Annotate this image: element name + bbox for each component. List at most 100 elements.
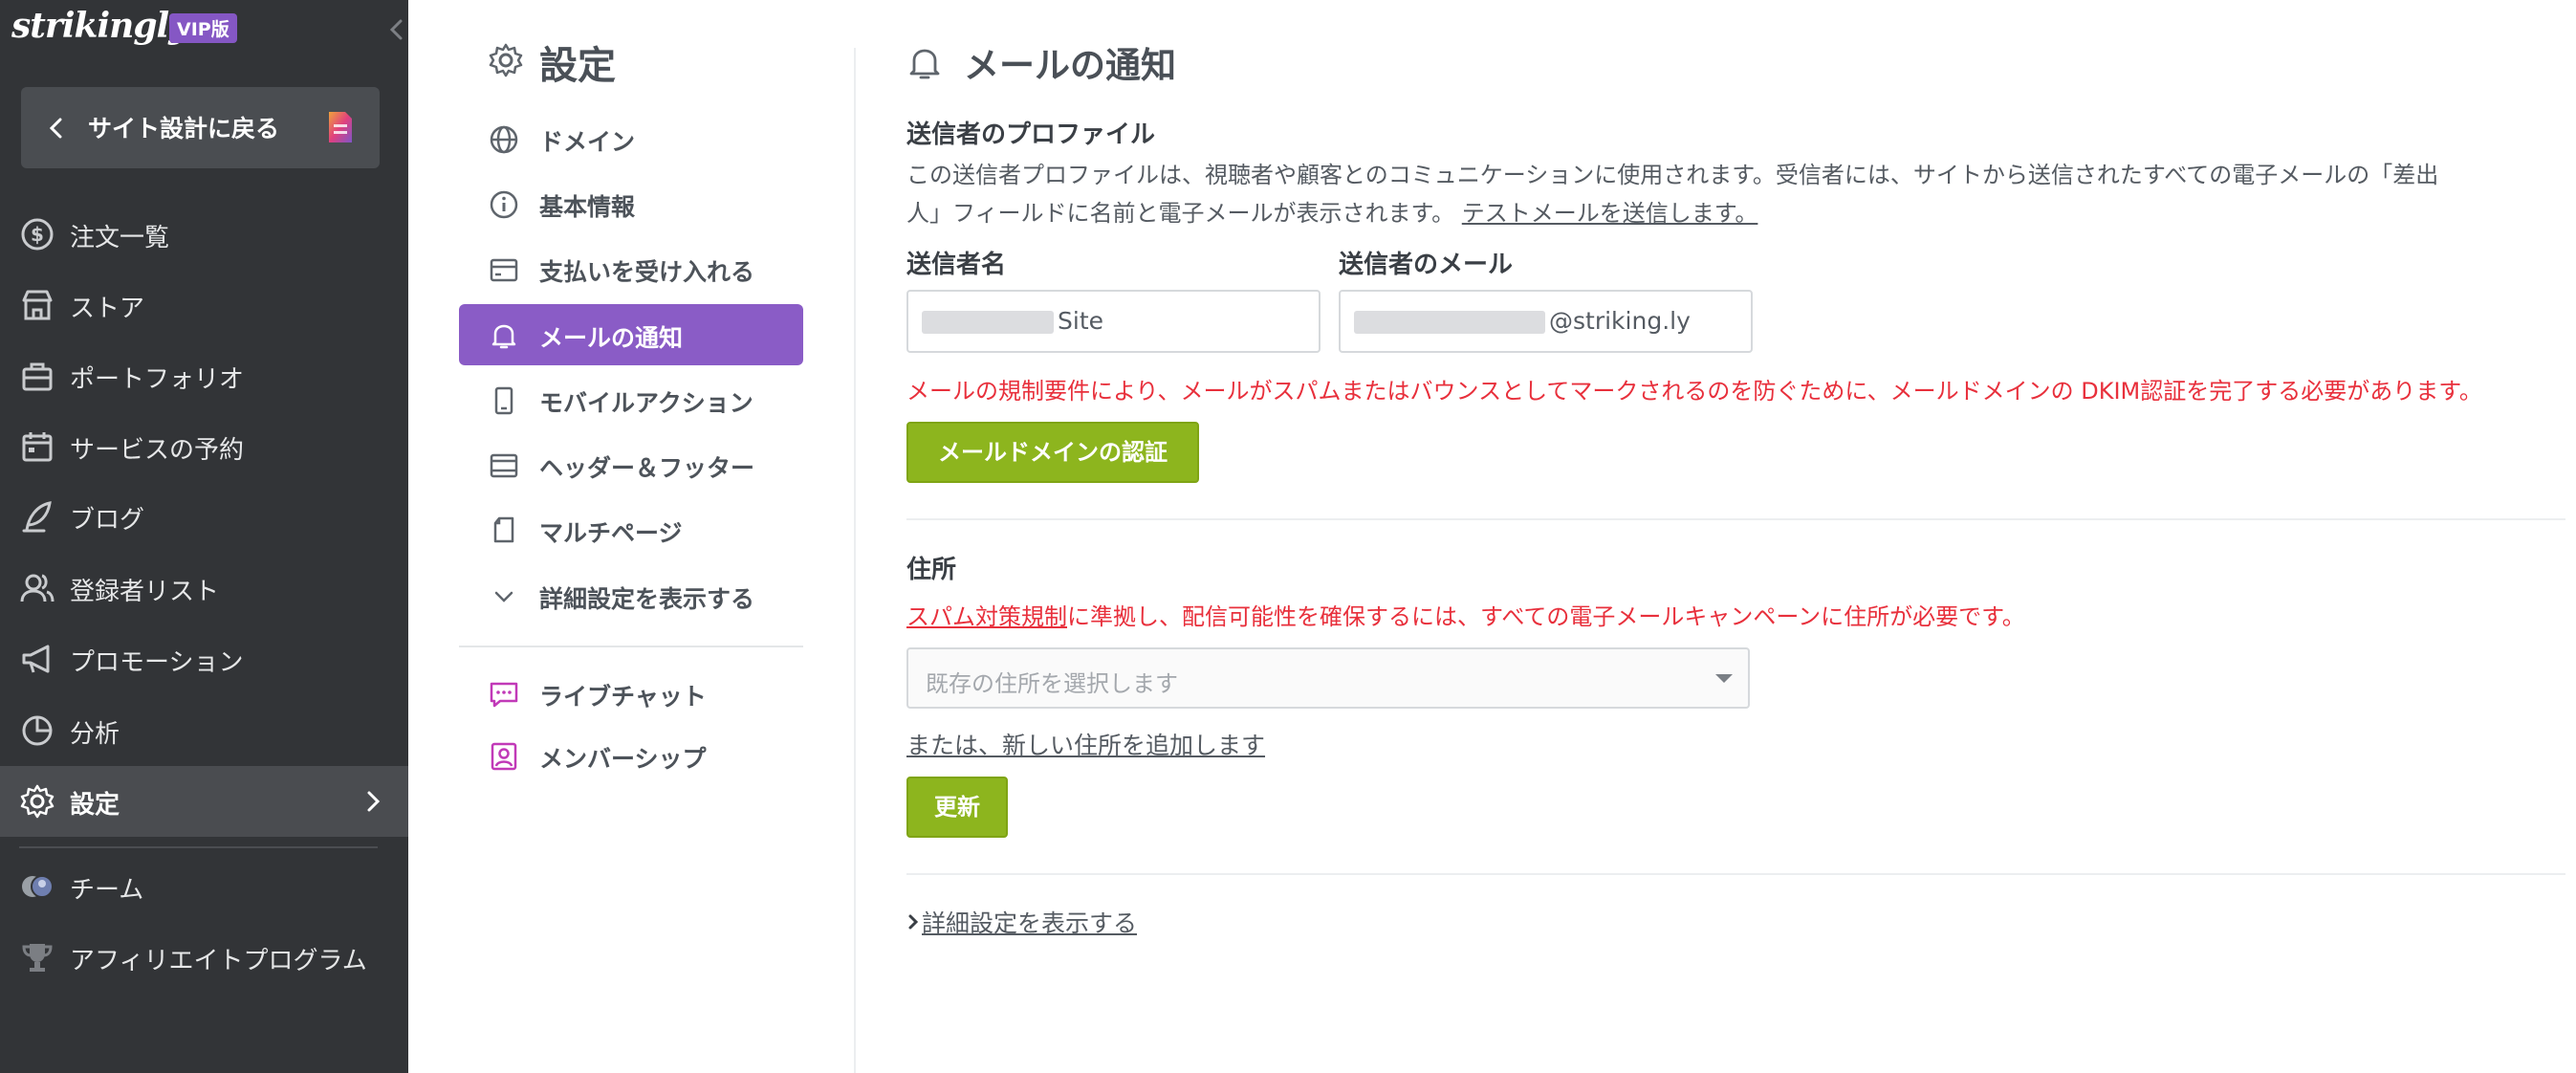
- sidebar-item-settings[interactable]: 設定: [0, 766, 408, 837]
- settings-title: 設定: [539, 44, 616, 88]
- card-icon: [490, 258, 518, 282]
- show-advanced-settings-label: 詳細設定を表示する: [922, 909, 1138, 937]
- update-button[interactable]: 更新: [906, 777, 1008, 838]
- settings-menu-live-chat[interactable]: ライブチャット: [459, 663, 803, 724]
- megaphone-icon: [22, 645, 50, 673]
- caret-down-icon: [1715, 674, 1733, 683]
- send-test-email-link[interactable]: テストメールを送信します。: [1462, 200, 1758, 227]
- briefcase-icon: [22, 362, 53, 391]
- back-to-site-editor-button[interactable]: サイト設計に戻る: [21, 87, 380, 168]
- settings-menu-label: 基本情報: [539, 193, 636, 221]
- sidebar-item-label: ポートフォリオ: [70, 365, 245, 394]
- sidebar-item-label: アフィリエイトプログラム: [70, 947, 367, 975]
- layout-icon: [490, 453, 518, 478]
- menu-divider: [459, 646, 803, 647]
- sidebar-item-label: 登録者リスト: [70, 578, 220, 606]
- description-line-2-text: 人」フィールドに名前と電子メールが表示されます。: [906, 200, 1455, 227]
- app-sidebar: strikingly VIP版 サイト設計に戻る $ 注文一覧 ストア ポートフ…: [0, 0, 408, 1073]
- page-title: メールの通知: [964, 45, 1176, 86]
- redacted-text: [1354, 311, 1545, 334]
- sidebar-item-blog[interactable]: ブログ: [0, 481, 408, 552]
- sidebar-item-label: プロモーション: [70, 648, 244, 677]
- address-warning: スパム対策規制に準拠し、配信可能性を確保するには、すべての電子メールキャンペーン…: [906, 598, 2025, 631]
- sidebar-divider: [19, 846, 378, 848]
- settings-menu-payments[interactable]: 支払いを受け入れる: [459, 238, 803, 299]
- address-select-placeholder: 既存の住所を選択します: [926, 670, 1178, 697]
- settings-menu-label: モバイルアクション: [539, 389, 753, 417]
- email-notifications-panel: メールの通知 送信者のプロファイル この送信者プロファイルは、視聴者や顧客とのコ…: [906, 0, 2570, 1073]
- calendar-icon: [22, 432, 53, 462]
- info-icon: [490, 190, 518, 219]
- description-line-1: この送信者プロファイルは、視聴者や顧客とのコミュニケーションに使用されます。受信…: [906, 162, 2439, 188]
- add-new-address-link[interactable]: または、新しい住所を追加します: [906, 727, 1265, 761]
- dollar-circle-icon: $: [21, 218, 54, 251]
- address-select[interactable]: 既存の住所を選択します: [906, 647, 1750, 709]
- store-icon: [22, 290, 53, 320]
- bell-icon: [909, 49, 940, 79]
- settings-menu-label: 支払いを受け入れる: [539, 258, 755, 286]
- settings-menu-label: ライブチャット: [539, 683, 707, 711]
- chevron-left-icon: [49, 118, 62, 139]
- verify-email-domain-button[interactable]: メールドメインの認証: [906, 422, 1199, 483]
- settings-menu-header-footer[interactable]: ヘッダー＆フッター: [459, 434, 803, 495]
- settings-menu-label: メールの通知: [539, 324, 684, 352]
- chat-icon: [490, 682, 518, 708]
- collapse-sidebar-icon[interactable]: [384, 15, 409, 44]
- settings-menu-label: ドメイン: [539, 128, 636, 156]
- settings-menu-basic-info[interactable]: 基本情報: [459, 173, 803, 234]
- address-warning-text: に準拠し、配信可能性を確保するには、すべての電子メールキャンペーンに住所が必要で…: [1067, 603, 2025, 630]
- sidebar-item-label: 設定: [70, 791, 120, 820]
- site-page-icon: [329, 112, 352, 142]
- svg-text:$: $: [31, 223, 44, 246]
- settings-menu-email-notifications[interactable]: メールの通知: [459, 304, 803, 365]
- sender-email-input[interactable]: @striking.ly: [1339, 290, 1753, 353]
- sender-profile-heading: 送信者のプロファイル: [906, 120, 1156, 149]
- sidebar-item-orders[interactable]: $ 注文一覧: [0, 199, 408, 270]
- sidebar-item-store[interactable]: ストア: [0, 270, 408, 340]
- mobile-icon: [494, 386, 513, 415]
- back-button-label: サイト設計に戻る: [88, 115, 280, 142]
- settings-menu-label: マルチページ: [539, 519, 683, 547]
- sender-name-label: 送信者名: [906, 251, 1007, 279]
- member-icon: [491, 742, 517, 771]
- settings-menu-show-advanced[interactable]: 詳細設定を表示する: [459, 565, 803, 626]
- sender-name-input[interactable]: Site: [906, 290, 1321, 353]
- dkim-warning: メールの規制要件により、メールがスパムまたはバウンスとしてマークされるのを防ぐた…: [906, 378, 2482, 405]
- trophy-icon: [22, 944, 53, 972]
- sidebar-item-promotions[interactable]: プロモーション: [0, 624, 408, 694]
- settings-menu-label: 詳細設定を表示する: [539, 585, 755, 613]
- settings-menu-domain[interactable]: ドメイン: [459, 108, 803, 169]
- sidebar-item-bookings[interactable]: サービスの予約: [0, 411, 408, 482]
- team-avatars-icon: [22, 875, 54, 898]
- settings-menu-mobile-actions[interactable]: モバイルアクション: [459, 369, 803, 430]
- sidebar-item-label: チーム: [70, 876, 144, 905]
- sidebar-item-affiliate[interactable]: アフィリエイトプログラム: [0, 922, 408, 993]
- globe-icon: [490, 125, 518, 154]
- settings-menu-membership[interactable]: メンバーシップ: [459, 725, 803, 786]
- sender-name-value: Site: [1058, 307, 1103, 335]
- redacted-text: [922, 311, 1054, 334]
- strikingly-logo[interactable]: strikingly: [11, 6, 188, 46]
- bell-icon: [491, 324, 516, 349]
- sidebar-item-team[interactable]: チーム: [0, 851, 408, 922]
- section-divider: [906, 873, 2565, 875]
- gear-icon: [489, 43, 523, 77]
- sidebar-item-label: ストア: [70, 295, 145, 323]
- sidebar-item-analytics[interactable]: 分析: [0, 695, 408, 766]
- pie-chart-icon: [22, 715, 53, 746]
- anti-spam-regulations-link[interactable]: スパム対策規制: [906, 603, 1067, 630]
- chevron-right-icon: [367, 791, 381, 812]
- sender-profile-description: この送信者プロファイルは、視聴者や顧客とのコミュニケーションに使用されます。受信…: [906, 156, 2532, 232]
- sidebar-item-label: ブログ: [70, 506, 145, 535]
- sender-email-label: 送信者のメール: [1339, 251, 1514, 279]
- sidebar-item-subscribers[interactable]: 登録者リスト: [0, 553, 408, 624]
- description-line-2: 人」フィールドに名前と電子メールが表示されます。 テストメールを送信します。: [906, 194, 2532, 232]
- sidebar-item-portfolio[interactable]: ポートフォリオ: [0, 340, 408, 411]
- chevron-down-icon: [494, 591, 513, 602]
- sidebar-item-label: 分析: [70, 720, 120, 749]
- gear-icon: [20, 784, 55, 819]
- address-heading: 住所: [906, 556, 957, 584]
- chevron-right-icon: [908, 914, 919, 930]
- settings-menu-multipage[interactable]: マルチページ: [459, 499, 803, 560]
- pages-icon: [493, 516, 514, 543]
